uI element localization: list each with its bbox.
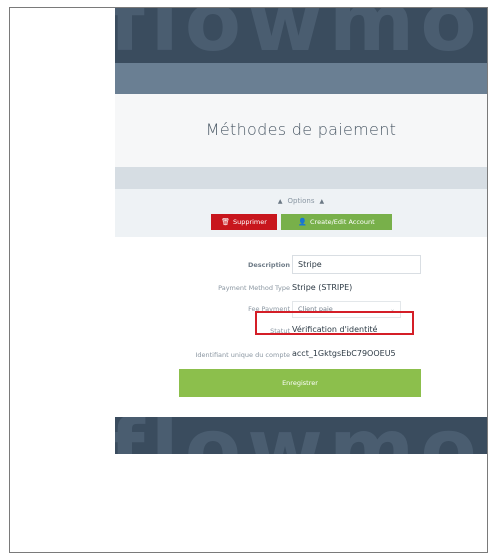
save-button[interactable]: Enregistrer: [179, 369, 421, 397]
payment-method-form: Description Stripe Payment Method Type S…: [115, 237, 487, 417]
create-edit-account-button[interactable]: 👤 Create/Edit Account: [281, 214, 392, 230]
nav-bar: [115, 63, 487, 94]
status-value: Vérification d'identité: [292, 325, 378, 334]
account-id-value: acct_1GktgsEbC79OOEU5: [292, 349, 396, 358]
caret-up-icon: ▲: [277, 198, 283, 205]
screenshot-region: flowmo Méthodes de paiement ▲ Options ▲ 🗑 S…: [115, 8, 487, 454]
brand-watermark-footer: flowmo: [115, 417, 483, 454]
payment-method-type-value: Stripe (STRIPE): [292, 283, 353, 292]
options-section: ▲ Options ▲ 🗑 Supprimer 👤 Create/Edit Accoun…: [115, 189, 487, 237]
footer-band: flowmo: [115, 417, 487, 454]
description-label: Description: [247, 261, 290, 269]
status-label: Statut: [270, 327, 290, 335]
toolbar-strip: [115, 167, 487, 189]
header-band: flowmo: [115, 8, 487, 63]
user-icon: 👤: [298, 218, 308, 226]
trash-icon: 🗑: [221, 218, 230, 226]
delete-button[interactable]: 🗑 Supprimer: [211, 214, 277, 230]
title-section: Méthodes de paiement: [115, 94, 487, 167]
options-label: Options: [287, 197, 315, 205]
description-input[interactable]: Stripe: [292, 255, 421, 274]
caret-up-icon: ▲: [319, 198, 325, 205]
options-toggle[interactable]: ▲ Options ▲: [115, 197, 487, 205]
brand-watermark: flowmo: [115, 8, 483, 63]
payment-method-type-label: Payment Method Type: [218, 284, 290, 292]
create-edit-account-label: Create/Edit Account: [310, 218, 375, 226]
account-id-label: Identifiant unique du compte: [195, 351, 290, 359]
page-title: Méthodes de paiement: [205, 120, 397, 139]
delete-button-label: Supprimer: [232, 218, 267, 226]
